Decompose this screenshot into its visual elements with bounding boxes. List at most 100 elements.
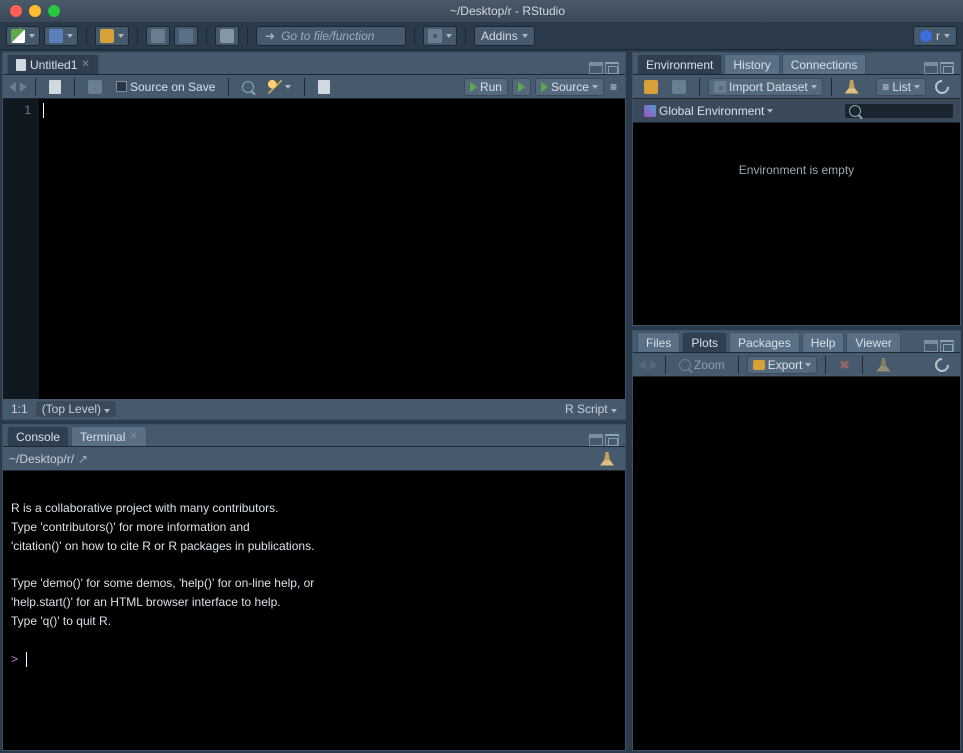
window-titlebar: ~/Desktop/r - RStudio: [0, 0, 963, 22]
nav-forward-icon[interactable]: [20, 82, 27, 92]
maximize-pane-icon[interactable]: [605, 62, 619, 74]
panes-button[interactable]: [423, 26, 457, 46]
line-gutter: 1: [3, 99, 39, 399]
console-toolbar: ~/Desktop/r/ ↗: [3, 447, 625, 471]
plots-pane: Files Plots Packages Help Viewer Zoom Ex…: [632, 330, 961, 751]
zoom-icon: [679, 359, 691, 371]
minimize-pane-icon[interactable]: [924, 340, 938, 352]
source-pane: Untitled1 ✕ Source on Save: [2, 52, 626, 420]
document-icon: [16, 59, 26, 71]
env-body: Environment is empty: [633, 123, 960, 325]
show-in-new-window-button[interactable]: [44, 78, 66, 96]
nav-back-icon[interactable]: [9, 82, 16, 92]
import-dataset-button[interactable]: Import Dataset: [708, 78, 823, 96]
source-tabbar: Untitled1 ✕: [3, 53, 625, 75]
tab-help[interactable]: Help: [802, 332, 845, 352]
clear-env-button[interactable]: [840, 78, 864, 96]
broom-icon: [845, 80, 859, 94]
notebook-icon: [318, 80, 330, 94]
open-icon: [644, 80, 658, 94]
minimize-pane-icon[interactable]: [589, 434, 603, 446]
tab-environment[interactable]: Environment: [637, 54, 722, 74]
refresh-icon: [932, 355, 952, 375]
print-icon: [220, 29, 234, 43]
popout-icon: [49, 80, 61, 94]
print-button[interactable]: [215, 26, 239, 46]
tab-console[interactable]: Console: [7, 426, 69, 446]
view-mode-button[interactable]: ≡ List: [876, 78, 926, 96]
tab-files[interactable]: Files: [637, 332, 680, 352]
save-workspace-button[interactable]: [667, 78, 691, 96]
code-editor[interactable]: 1: [3, 99, 625, 399]
addins-button[interactable]: Addins: [474, 26, 535, 46]
code-area[interactable]: [39, 99, 625, 399]
console-prompt: >: [11, 652, 18, 666]
tab-packages[interactable]: Packages: [729, 332, 800, 352]
new-project-button[interactable]: [44, 26, 78, 46]
wand-icon: [268, 80, 282, 94]
project-menu[interactable]: r: [913, 26, 957, 46]
maximize-pane-icon[interactable]: [605, 434, 619, 446]
tab-history[interactable]: History: [724, 54, 779, 74]
wd-browse-icon[interactable]: ↗: [78, 452, 88, 466]
clear-console-button[interactable]: [595, 450, 619, 468]
refresh-plots-button[interactable]: [930, 356, 954, 374]
plot-next-icon[interactable]: [650, 360, 657, 370]
language-mode[interactable]: R Script: [565, 402, 617, 416]
new-project-icon: [49, 29, 63, 43]
save-button[interactable]: [146, 26, 170, 46]
zoom-plot-button[interactable]: Zoom: [674, 356, 730, 374]
zoom-window-icon[interactable]: [48, 5, 60, 17]
console-pane: Console Terminal ✕ ~/Desktop/r/ ↗ R is a…: [2, 424, 626, 751]
source-on-save-toggle[interactable]: Source on Save: [111, 78, 220, 96]
globe-icon: [644, 105, 656, 117]
plot-prev-icon[interactable]: [639, 360, 646, 370]
close-tab-icon[interactable]: ✕: [129, 431, 137, 442]
refresh-env-button[interactable]: [930, 78, 954, 96]
new-file-button[interactable]: [6, 26, 40, 46]
close-window-icon[interactable]: [10, 5, 22, 17]
plots-body: [633, 377, 960, 750]
maximize-pane-icon[interactable]: [940, 62, 954, 74]
clear-plots-button[interactable]: [871, 356, 895, 374]
console-tabbar: Console Terminal ✕: [3, 425, 625, 447]
rerun-icon: [518, 82, 525, 92]
env-scope-selector[interactable]: Global Environment: [639, 102, 778, 120]
environment-pane: Environment History Connections Import D…: [632, 52, 961, 326]
minimize-pane-icon[interactable]: [589, 62, 603, 74]
tab-plots[interactable]: Plots: [682, 332, 727, 352]
env-search-input[interactable]: [844, 103, 954, 119]
load-workspace-button[interactable]: [639, 78, 663, 96]
broom-icon: [600, 452, 614, 466]
tab-terminal[interactable]: Terminal ✕: [71, 426, 147, 446]
goto-file-function-input[interactable]: ➜ Go to file/function: [256, 26, 406, 46]
save-source-button[interactable]: [83, 78, 107, 96]
source-tab-untitled1[interactable]: Untitled1 ✕: [7, 54, 99, 74]
remove-plot-button[interactable]: ✖: [834, 356, 854, 374]
scope-selector[interactable]: (Top Level): [36, 401, 117, 417]
folder-icon: [100, 29, 114, 43]
disks-icon: [179, 29, 193, 43]
window-title: ~/Desktop/r - RStudio: [60, 4, 955, 18]
export-plot-button[interactable]: Export: [747, 356, 818, 374]
outline-toggle-button[interactable]: ≡: [608, 78, 619, 96]
r-logo-icon: [920, 30, 932, 42]
minimize-pane-icon[interactable]: [924, 62, 938, 74]
close-tab-icon[interactable]: ✕: [81, 59, 89, 70]
compile-report-button[interactable]: [313, 78, 335, 96]
play-icon: [470, 82, 477, 92]
source-button[interactable]: Source: [535, 78, 604, 96]
main-toolbar: ➜ Go to file/function Addins r: [0, 22, 963, 50]
env-scope-bar: Global Environment: [633, 99, 960, 123]
maximize-pane-icon[interactable]: [940, 340, 954, 352]
console-output[interactable]: R is a collaborative project with many c…: [3, 471, 625, 750]
save-all-button[interactable]: [174, 26, 198, 46]
tab-connections[interactable]: Connections: [782, 54, 867, 74]
code-tools-button[interactable]: [263, 78, 296, 96]
find-replace-button[interactable]: [237, 78, 259, 96]
open-file-button[interactable]: [95, 26, 129, 46]
minimize-window-icon[interactable]: [29, 5, 41, 17]
tab-viewer[interactable]: Viewer: [846, 332, 900, 352]
rerun-button[interactable]: [512, 78, 531, 96]
run-button[interactable]: Run: [464, 78, 508, 96]
